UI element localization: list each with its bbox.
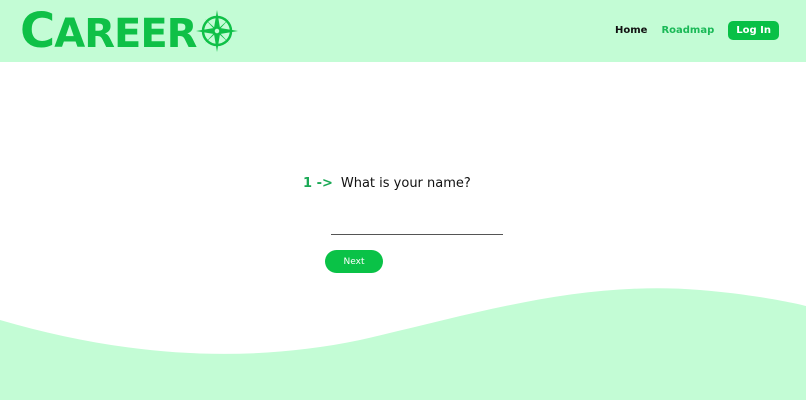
question-number: 1 -> [303,176,333,191]
question-text: What is your name? [340,176,471,191]
logo[interactable]: CAREER [20,6,240,56]
login-button[interactable]: Log In [728,21,779,40]
question: 1 -> What is your name? [303,176,471,191]
nav-bar: Home Roadmap Log In [615,21,779,40]
nav-home-link[interactable]: Home [615,25,647,36]
nav-roadmap-link[interactable]: Roadmap [661,25,714,36]
logo-initial: C [20,3,55,59]
logo-text: CAREER [20,7,197,57]
next-button[interactable]: Next [325,250,383,273]
name-input[interactable] [331,216,503,235]
logo-word: AREER [54,11,197,57]
decorative-wave [0,288,806,400]
compass-icon [196,10,239,52]
page: CAREER Home Roadmap Log In 1 -> What is … [0,0,806,400]
header: CAREER Home Roadmap Log In [0,0,806,62]
